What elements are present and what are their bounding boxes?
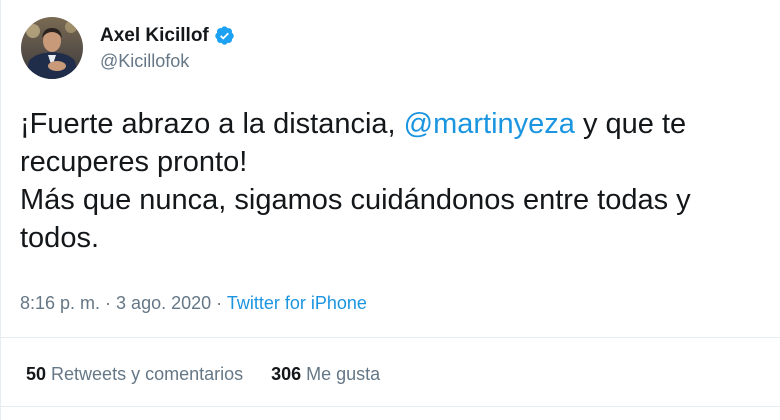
user-names: Axel Kicillof @Kicillofok bbox=[100, 23, 235, 72]
tweet-source-link[interactable]: Twitter for iPhone bbox=[227, 293, 367, 313]
tweet-text-segment: y que te bbox=[574, 108, 687, 140]
avatar-photo-icon bbox=[21, 17, 83, 79]
tweet-header: Axel Kicillof @Kicillofok bbox=[21, 17, 235, 79]
mention-link[interactable]: @martinyeza bbox=[404, 108, 575, 140]
tweet-stats: 50 Retweets y comentarios 306 Me gusta bbox=[26, 364, 380, 385]
meta-separator: · bbox=[100, 293, 117, 313]
tweet-time[interactable]: 8:16 p. m. bbox=[20, 293, 100, 313]
meta-separator: · bbox=[211, 293, 227, 313]
tweet-card: Axel Kicillof @Kicillofok ¡Fuerte abrazo… bbox=[0, 0, 780, 420]
name-row: Axel Kicillof bbox=[100, 23, 235, 49]
tweet-text: ¡Fuerte abrazo a la distancia, @martinye… bbox=[20, 105, 770, 257]
retweets-count: 50 bbox=[26, 364, 47, 384]
likes-label: Me gusta bbox=[306, 364, 381, 384]
likes-count: 306 bbox=[271, 364, 302, 384]
tweet-date[interactable]: 3 ago. 2020 bbox=[116, 293, 211, 313]
retweets-stat[interactable]: 50 Retweets y comentarios bbox=[26, 364, 243, 385]
tweet-line-1: ¡Fuerte abrazo a la distancia, @martinye… bbox=[20, 105, 770, 143]
verified-badge-icon bbox=[215, 26, 234, 45]
likes-stat[interactable]: 306 Me gusta bbox=[271, 364, 380, 385]
avatar[interactable] bbox=[21, 17, 83, 79]
retweets-label: Retweets y comentarios bbox=[51, 364, 244, 384]
tweet-line-4: todos. bbox=[20, 222, 99, 254]
display-name[interactable]: Axel Kicillof bbox=[100, 25, 209, 47]
tweet-line-2: recuperes pronto! bbox=[20, 146, 248, 178]
tweet-meta: 8:16 p. m. · 3 ago. 2020 · Twitter for i… bbox=[20, 293, 367, 314]
tweet-text-segment: ¡Fuerte abrazo a la distancia, bbox=[20, 108, 404, 140]
divider bbox=[1, 406, 780, 407]
divider bbox=[1, 337, 780, 338]
user-handle[interactable]: @Kicillofok bbox=[100, 51, 235, 72]
tweet-line-3: Más que nunca, sigamos cuidándonos entre… bbox=[20, 184, 691, 216]
